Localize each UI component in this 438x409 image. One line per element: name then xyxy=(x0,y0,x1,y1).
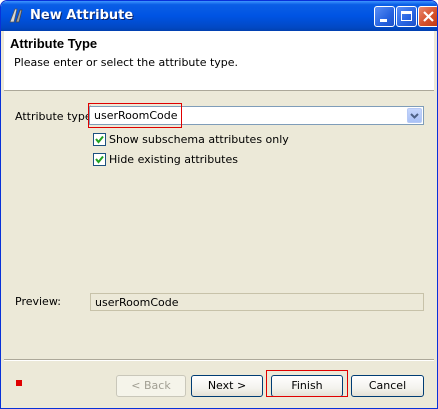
checkmark-icon xyxy=(95,155,104,164)
window-title: New Attribute xyxy=(30,8,134,23)
hide-existing-label[interactable]: Hide existing attributes xyxy=(109,153,238,166)
attribute-type-label: Attribute type: xyxy=(15,110,96,123)
app-icon xyxy=(9,8,23,23)
chevron-down-icon xyxy=(410,113,419,119)
next-button-label: Next > xyxy=(207,379,247,392)
show-subschema-label[interactable]: Show subschema attributes only xyxy=(109,133,289,146)
show-subschema-checkbox[interactable] xyxy=(93,133,106,146)
wizard-header: Attribute Type Please enter or select th… xyxy=(4,31,434,91)
minimize-button[interactable] xyxy=(374,6,395,27)
finish-highlight xyxy=(266,370,348,397)
close-button[interactable] xyxy=(418,6,437,27)
cancel-button[interactable]: Cancel xyxy=(351,375,424,397)
preview-value: userRoomCode xyxy=(95,296,179,309)
preview-field: userRoomCode xyxy=(90,293,424,311)
minimize-icon xyxy=(380,19,387,22)
button-bar-separator-light xyxy=(4,360,434,361)
hide-existing-checkbox[interactable] xyxy=(93,153,106,166)
back-button[interactable]: < Back xyxy=(116,375,186,397)
close-icon xyxy=(423,11,434,22)
next-button[interactable]: Next > xyxy=(191,375,263,397)
error-indicator-icon xyxy=(16,380,22,386)
cancel-button-label: Cancel xyxy=(368,379,407,392)
attribute-type-highlight xyxy=(88,103,182,128)
new-attribute-dialog: New Attribute Attribute Type Please ente… xyxy=(0,0,438,409)
combo-dropdown-button[interactable] xyxy=(407,108,422,123)
preview-label: Preview: xyxy=(15,295,61,308)
maximize-icon xyxy=(401,11,412,21)
title-bar[interactable]: New Attribute xyxy=(1,1,437,31)
checkmark-icon xyxy=(95,135,104,144)
back-button-label: < Back xyxy=(131,379,171,392)
maximize-button[interactable] xyxy=(396,6,417,27)
page-description: Please enter or select the attribute typ… xyxy=(14,56,239,69)
page-title: Attribute Type xyxy=(10,36,98,51)
